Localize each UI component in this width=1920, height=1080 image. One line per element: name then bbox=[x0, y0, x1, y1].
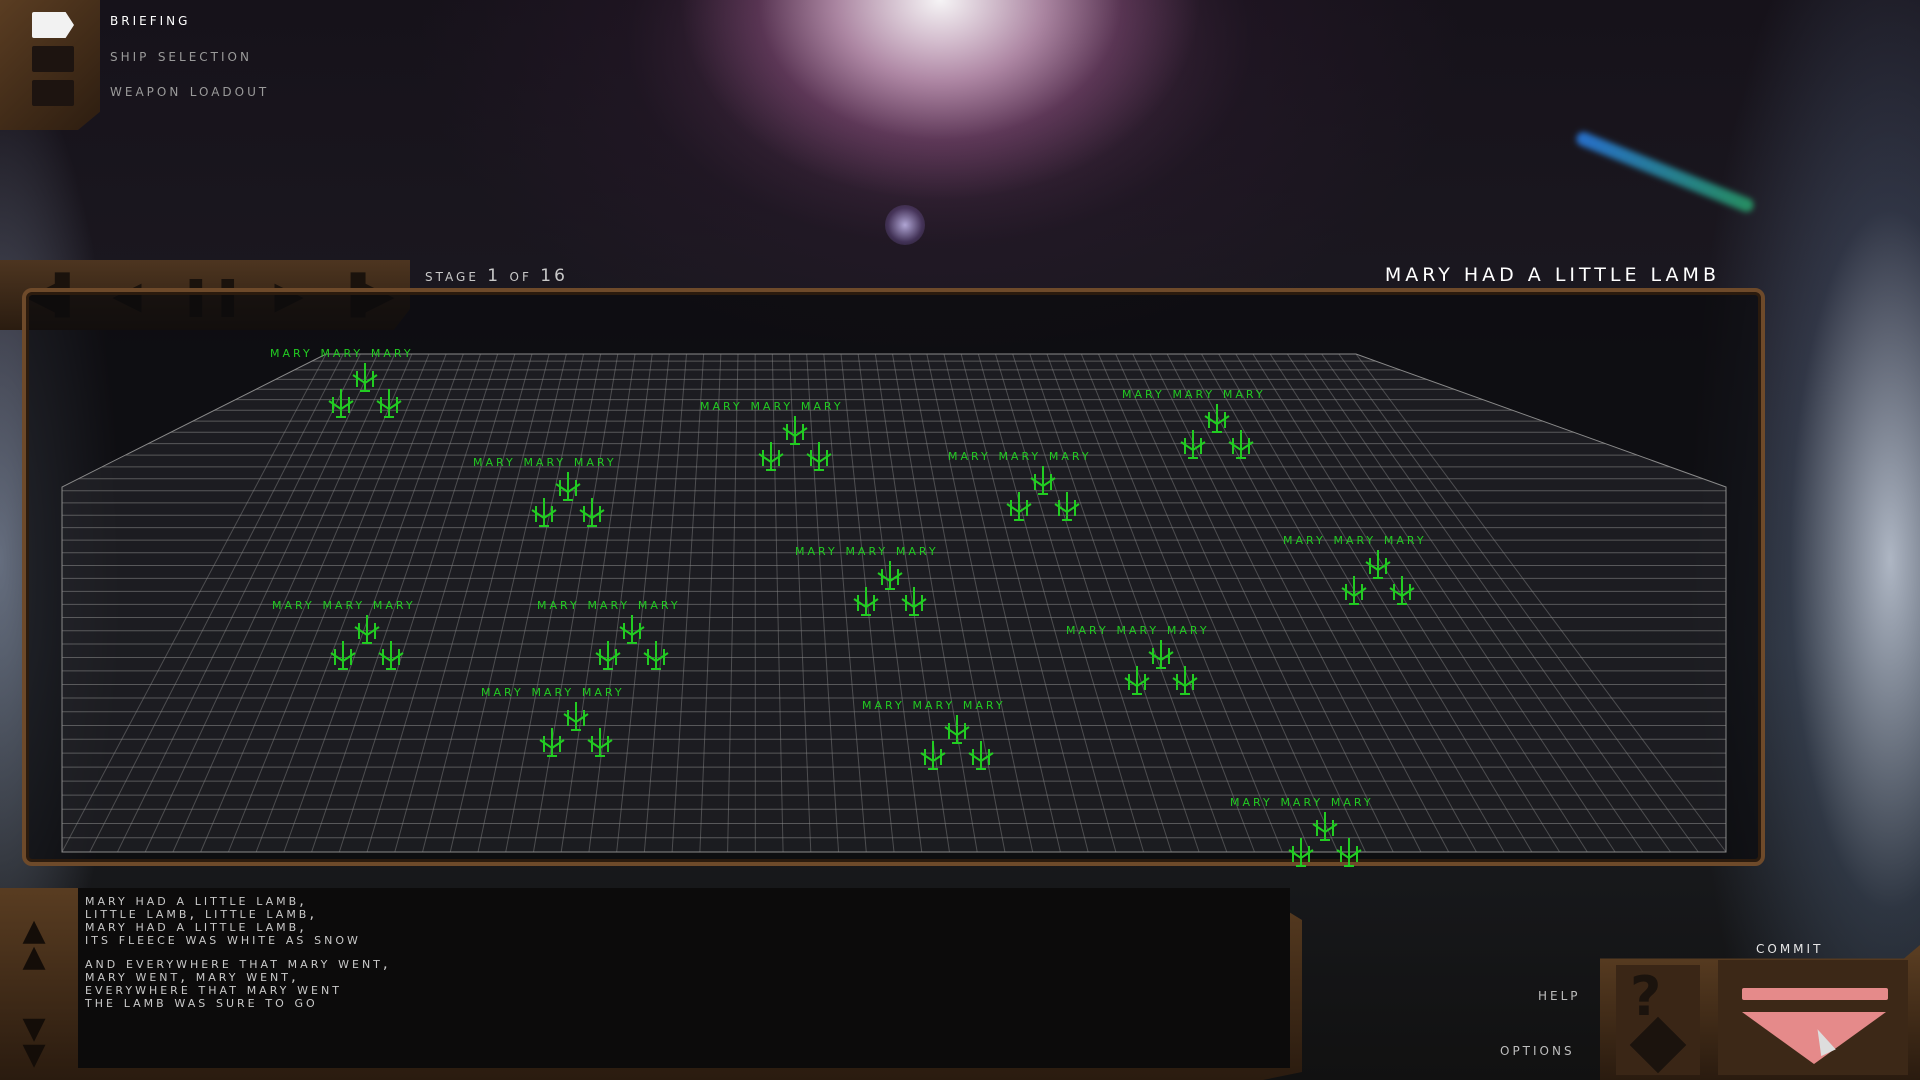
ship-icon[interactable] bbox=[324, 387, 358, 421]
ship-icon[interactable] bbox=[1224, 428, 1258, 462]
ship-icon[interactable] bbox=[1332, 836, 1366, 870]
ship-icon[interactable] bbox=[527, 496, 561, 530]
wing-label[interactable]: Mary Mary Mary bbox=[272, 595, 416, 613]
ship-icon[interactable] bbox=[802, 440, 836, 474]
wing-label[interactable]: Mary Mary Mary bbox=[1283, 530, 1427, 548]
help-label[interactable]: Help bbox=[1538, 985, 1581, 1005]
menu-item-ship-selection[interactable]: Ship Selection bbox=[110, 46, 252, 66]
ship-icon[interactable] bbox=[372, 387, 406, 421]
ship-icon[interactable] bbox=[1168, 664, 1202, 698]
ship-icon[interactable] bbox=[1176, 428, 1210, 462]
lens-flare bbox=[885, 205, 925, 245]
ship-icon[interactable] bbox=[583, 726, 617, 760]
ship-icon[interactable] bbox=[575, 496, 609, 530]
ship-icon[interactable] bbox=[535, 726, 569, 760]
wing-label[interactable]: Mary Mary Mary bbox=[1230, 792, 1374, 810]
stage-indicator: Stage 1 of 16 bbox=[425, 266, 568, 286]
weapon-loadout-menu-button[interactable] bbox=[32, 80, 74, 106]
commit-bar-icon bbox=[1742, 988, 1888, 1000]
ship-icon[interactable] bbox=[1002, 490, 1036, 524]
wing-label[interactable]: Mary Mary Mary bbox=[473, 452, 617, 470]
mission-title: MARY HAD A LITTLE LAMB bbox=[1384, 264, 1720, 286]
ship-icon[interactable] bbox=[964, 739, 998, 773]
ship-icon[interactable] bbox=[591, 639, 625, 673]
ship-icon[interactable] bbox=[1385, 574, 1419, 608]
wing-label[interactable]: Mary Mary Mary bbox=[1122, 384, 1266, 402]
wing-label[interactable]: Mary Mary Mary bbox=[948, 446, 1092, 464]
ship-icon[interactable] bbox=[374, 639, 408, 673]
options-label[interactable]: Options bbox=[1500, 1040, 1575, 1060]
wing-label[interactable]: Mary Mary Mary bbox=[537, 595, 681, 613]
ship-icon[interactable] bbox=[916, 739, 950, 773]
ship-icon[interactable] bbox=[754, 440, 788, 474]
briefing-line: The lamb was sure to go bbox=[85, 993, 318, 1011]
ship-icon[interactable] bbox=[326, 639, 360, 673]
wing-label[interactable]: Mary Mary Mary bbox=[795, 541, 939, 559]
scroll-down-icon[interactable]: ▼ bbox=[14, 1040, 54, 1070]
ship-icon[interactable] bbox=[1337, 574, 1371, 608]
ship-icon[interactable] bbox=[1284, 836, 1318, 870]
ship-icon[interactable] bbox=[897, 585, 931, 619]
wing-label[interactable]: Mary Mary Mary bbox=[481, 682, 625, 700]
menu-item-briefing[interactable]: Briefing bbox=[110, 10, 190, 30]
ship-icon[interactable] bbox=[639, 639, 673, 673]
wing-label[interactable]: Mary Mary Mary bbox=[862, 695, 1006, 713]
scroll-up-icon[interactable]: ▲ bbox=[14, 942, 54, 972]
ship-icon[interactable] bbox=[1050, 490, 1084, 524]
wing-label[interactable]: Mary Mary Mary bbox=[700, 396, 844, 414]
briefing-menu-button[interactable] bbox=[32, 12, 74, 38]
wing-label[interactable]: Mary Mary Mary bbox=[1066, 620, 1210, 638]
menu-item-weapon-loadout[interactable]: Weapon Loadout bbox=[110, 81, 269, 101]
ship-selection-menu-button[interactable] bbox=[32, 46, 74, 72]
briefing-line: Its fleece was white as snow bbox=[85, 930, 361, 948]
commit-label[interactable]: Commit bbox=[1756, 938, 1823, 958]
ship-icon[interactable] bbox=[849, 585, 883, 619]
wing-label[interactable]: Mary Mary Mary bbox=[270, 343, 414, 361]
ship-icon[interactable] bbox=[1120, 664, 1154, 698]
sky-streak bbox=[1574, 129, 1756, 215]
